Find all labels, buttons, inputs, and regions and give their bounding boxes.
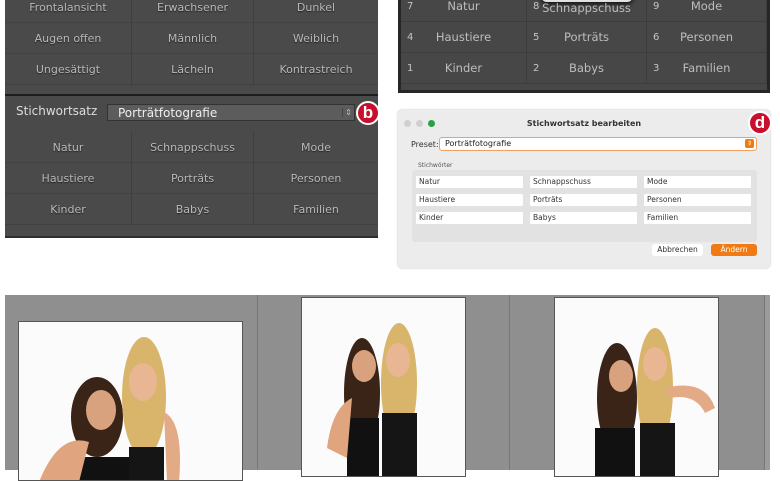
stepper-icon: ⇕	[745, 139, 754, 148]
photo-grid	[5, 295, 770, 481]
numbered-keyword[interactable]: 8 Schnappschuss	[527, 0, 647, 22]
top-keyword-grid: Frontalansicht Erwachsener Dunkel Augen …	[5, 0, 378, 85]
shortcut-number: 5	[533, 31, 540, 43]
preset-value: Porträtfotografie	[445, 139, 512, 148]
dialog-title: Stichwortsatz bearbeiten	[526, 119, 642, 128]
keyword-button[interactable]: Erwachsener	[132, 0, 254, 23]
keyword-button[interactable]: Mode	[254, 132, 378, 163]
numbered-keyword-panel: 7 Natur 8 Schnappschuss 9 Mode 4 Haustiere 5…	[398, 0, 770, 93]
keyword-label: Kinder	[444, 61, 483, 75]
keyword-set-label: Stichwortsatz	[16, 104, 98, 118]
keyword-label: Natur	[447, 0, 480, 13]
keyword-label: Schnappschuss	[542, 1, 631, 15]
keyword-field[interactable]: Natur	[416, 176, 523, 188]
numbered-keyword[interactable]: 6 Personen	[647, 22, 767, 53]
divider	[5, 94, 378, 96]
numbered-grid: 7 Natur 8 Schnappschuss 9 Mode 4 Haustiere 5…	[401, 0, 767, 84]
cell-divider	[257, 295, 258, 470]
portrait-photo-image	[39, 337, 180, 480]
stepper-icon: ⇕	[342, 108, 354, 117]
keyword-button[interactable]: Lächeln	[132, 54, 254, 85]
keyword-field[interactable]: Porträts	[530, 194, 637, 206]
keyword-field[interactable]: Personen	[644, 194, 751, 206]
shortcut-number: 6	[653, 31, 660, 43]
shortcut-number: 8	[533, 0, 540, 12]
preset-label: Preset:	[411, 140, 439, 149]
keyword-field[interactable]: Schnappschuss	[530, 176, 637, 188]
section-label: Stichwörter	[418, 162, 453, 169]
keyword-button[interactable]: Augen offen	[5, 23, 132, 54]
cell-divider	[509, 295, 510, 470]
keyword-set-select[interactable]: Porträtfotografie ⇕	[107, 104, 355, 121]
shortcut-number: 9	[653, 0, 660, 12]
apply-button[interactable]: Ändern	[711, 244, 757, 256]
keyword-button[interactable]: Weiblich	[254, 23, 378, 54]
keyword-button[interactable]: Porträts	[132, 163, 254, 194]
keyword-button[interactable]: Haustiere	[5, 163, 132, 194]
edit-keyword-set-dialog: Stichwortsatz bearbeiten Preset: Porträt…	[398, 110, 772, 268]
keyword-button[interactable]: Kinder	[5, 194, 132, 225]
shortcut-number: 7	[407, 0, 414, 12]
keyword-button[interactable]: Dunkel	[254, 0, 378, 23]
keyword-field[interactable]: Familien	[644, 212, 751, 224]
numbered-keyword[interactable]: 1 Kinder	[401, 53, 527, 84]
keyword-panel: Frontalansicht Erwachsener Dunkel Augen …	[5, 0, 380, 238]
keyword-label: Porträts	[563, 30, 610, 44]
portrait-photo-image	[327, 323, 417, 476]
preset-select[interactable]: Porträtfotografie ⇕	[439, 137, 757, 151]
shortcut-number: 4	[407, 31, 414, 43]
keyword-label: Babys	[568, 61, 605, 75]
keyword-button[interactable]: Frontalansicht	[5, 0, 132, 23]
photo-thumbnail[interactable]	[301, 297, 466, 477]
keyword-button[interactable]: Babys	[132, 194, 254, 225]
numbered-keyword[interactable]: 9 Mode	[647, 0, 767, 22]
shortcut-number: 1	[407, 62, 414, 74]
keyword-button[interactable]: Schnappschuss	[132, 132, 254, 163]
keyword-set-value: Porträtfotografie	[118, 105, 218, 120]
numbered-keyword[interactable]: 7 Natur	[401, 0, 527, 22]
keyword-button[interactable]: Natur	[5, 132, 132, 163]
scrollbar[interactable]	[764, 295, 770, 470]
keyword-grid: Natur Schnappschuss Mode Haustiere Portr…	[5, 132, 378, 225]
keyword-field[interactable]: Babys	[530, 212, 637, 224]
annotation-badge-b: b	[356, 101, 380, 125]
keyword-field[interactable]: Mode	[644, 176, 751, 188]
keyword-button[interactable]: Ungesättigt	[5, 54, 132, 85]
numbered-keyword[interactable]: 4 Haustiere	[401, 22, 527, 53]
portrait-photo-image	[595, 328, 715, 476]
numbered-keyword[interactable]: 2 Babys	[527, 53, 647, 84]
numbered-keyword[interactable]: 3 Familien	[647, 53, 767, 84]
shortcut-number: 3	[653, 62, 660, 74]
photo-thumbnail[interactable]	[18, 321, 243, 481]
photo-thumbnail[interactable]	[554, 297, 719, 477]
keyword-button[interactable]: Familien	[254, 194, 378, 225]
keyword-label: Haustiere	[435, 30, 492, 44]
keyword-button[interactable]: Personen	[254, 163, 378, 194]
cancel-button[interactable]: Abbrechen	[652, 244, 703, 256]
keyword-label: Mode	[690, 0, 723, 13]
shortcut-number: 2	[533, 62, 540, 74]
annotation-badge-d: d	[748, 111, 772, 135]
numbered-keyword[interactable]: 5 Porträts	[527, 22, 647, 53]
keyword-label: Familien	[682, 61, 731, 75]
keyword-button[interactable]: Kontrastreich	[254, 54, 378, 85]
keyword-field[interactable]: Kinder	[416, 212, 523, 224]
keyword-label: Personen	[679, 30, 733, 44]
keyword-button[interactable]: Männlich	[132, 23, 254, 54]
keyword-field[interactable]: Haustiere	[416, 194, 523, 206]
